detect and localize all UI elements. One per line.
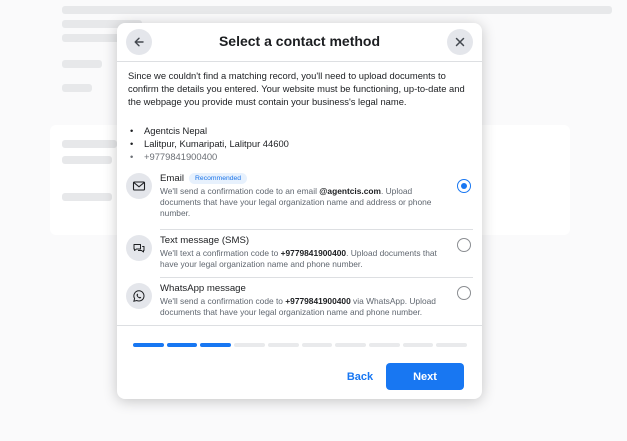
option-email-title: Email	[160, 173, 184, 184]
progress-segment-complete	[166, 343, 198, 347]
progress-segment	[301, 343, 333, 347]
radio-sms[interactable]	[457, 238, 471, 252]
close-icon	[455, 37, 465, 47]
option-divider	[160, 229, 473, 230]
option-sms-title: Text message (SMS)	[160, 235, 250, 246]
option-divider	[160, 277, 473, 278]
recommended-badge: Recommended	[189, 173, 248, 184]
option-email[interactable]: Email Recommended We'll send a confirmati…	[126, 173, 473, 227]
option-email-title-row: Email Recommended	[160, 173, 450, 185]
option-sms-desc-bold: +9779841900400	[280, 248, 347, 258]
option-whatsapp-title: WhatsApp message	[160, 283, 246, 294]
dialog-header: Select a contact method	[117, 23, 482, 61]
business-name: Agentcis Nepal	[130, 124, 289, 137]
option-whatsapp[interactable]: WhatsApp message We'll send a confirmati…	[126, 283, 473, 325]
option-sms-desc-before: We'll text a confirmation code to	[160, 248, 281, 258]
next-button[interactable]: Next	[386, 363, 464, 390]
progress-segment	[234, 343, 265, 347]
business-address: Lalitpur, Kumaripati, Lalitpur 44600	[130, 137, 289, 150]
back-arrow-button[interactable]	[126, 29, 152, 55]
footer-divider	[117, 325, 482, 326]
arrow-left-icon	[134, 37, 144, 47]
progress-segment	[335, 343, 366, 347]
contact-method-dialog: Select a contact method Since we couldn'…	[117, 23, 482, 399]
option-whatsapp-desc-bold: +9779841900400	[285, 296, 351, 306]
progress-segment-complete	[200, 343, 232, 347]
option-sms-description: We'll text a confirmation code to +97798…	[160, 248, 450, 270]
dialog-intro-text: Since we couldn't find a matching record…	[128, 70, 465, 107]
radio-email[interactable]	[457, 179, 471, 193]
option-email-description: We'll send a confirmation code to an ema…	[160, 186, 450, 219]
option-email-desc-bold: @agentcis.com	[319, 186, 381, 196]
option-sms-body: Text message (SMS) We'll text a confirma…	[160, 235, 450, 270]
whatsapp-icon	[126, 283, 152, 309]
option-email-body: Email Recommended We'll send a confirmati…	[160, 173, 450, 219]
option-email-desc-before: We'll send a confirmation code to an ema…	[160, 186, 320, 196]
progress-segment	[368, 343, 400, 347]
chat-bubbles-icon	[126, 235, 152, 261]
option-whatsapp-body: WhatsApp message We'll send a confirmati…	[160, 283, 450, 318]
option-whatsapp-description: We'll send a confirmation code to +97798…	[160, 296, 450, 318]
header-divider	[117, 61, 482, 62]
dialog-title: Select a contact method	[218, 33, 381, 49]
step-progress-bar	[133, 343, 468, 347]
business-phone: +9779841900400	[130, 150, 289, 163]
progress-segment	[436, 343, 468, 347]
progress-segment	[402, 343, 434, 347]
option-sms[interactable]: Text message (SMS) We'll text a confirma…	[126, 235, 473, 277]
business-details-list: Agentcis Nepal Lalitpur, Kumaripati, Lal…	[130, 124, 289, 163]
radio-whatsapp[interactable]	[457, 286, 471, 300]
envelope-icon	[126, 173, 152, 199]
back-button[interactable]: Back	[335, 364, 385, 390]
option-whatsapp-desc-before: We'll send a confirmation code to	[160, 296, 286, 306]
progress-segment-complete	[133, 343, 164, 347]
close-button[interactable]	[447, 29, 473, 55]
progress-segment	[267, 343, 299, 347]
